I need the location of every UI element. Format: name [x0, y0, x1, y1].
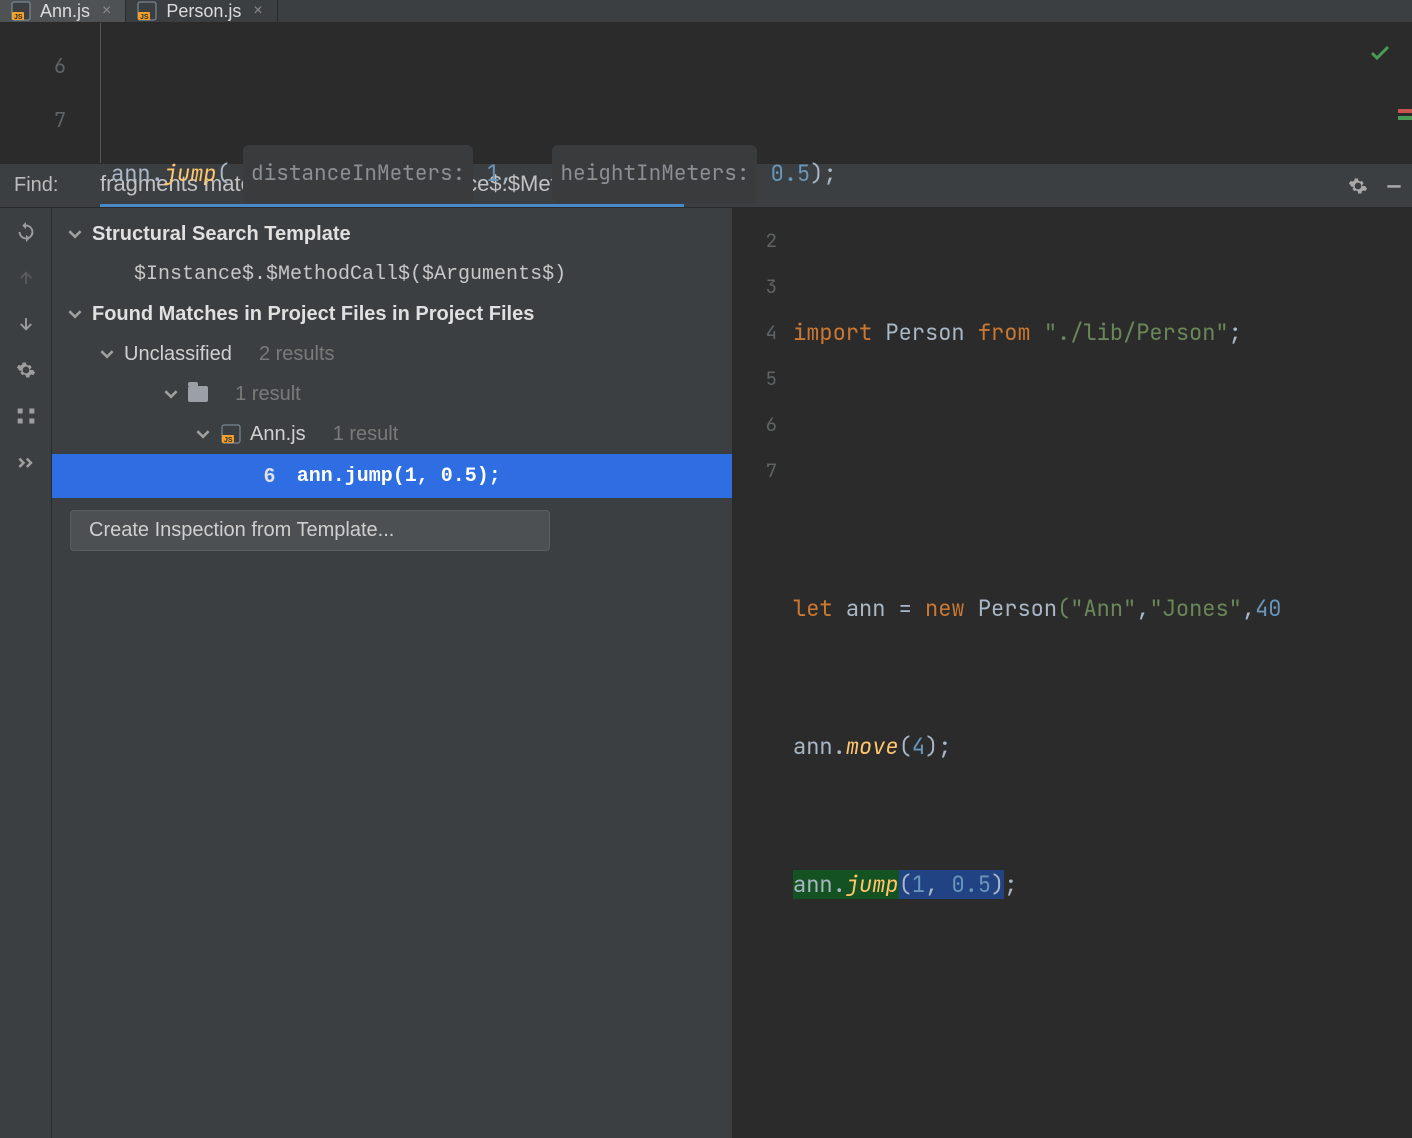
arrow-down-icon[interactable] — [10, 310, 42, 338]
number-literal: 1 — [486, 147, 499, 201]
line-gutter: 6 7 — [0, 23, 100, 163]
rerun-icon[interactable] — [10, 218, 42, 246]
paren: ( — [217, 147, 230, 201]
folder-icon — [188, 386, 208, 402]
keyword: new — [925, 594, 965, 623]
keyword: let — [793, 594, 833, 623]
error-stripe — [1398, 109, 1412, 123]
layout-icon[interactable] — [10, 402, 42, 430]
identifier: ann — [793, 870, 833, 899]
close-icon[interactable]: × — [249, 2, 262, 20]
chevron-down-icon[interactable] — [68, 307, 84, 321]
dot: . — [151, 147, 164, 201]
number-literal: 0.5 — [771, 147, 811, 201]
js-file-icon: JS — [10, 0, 32, 22]
method-call: move — [846, 732, 899, 761]
find-label: Find: — [14, 174, 100, 197]
svg-text:JS: JS — [140, 14, 149, 21]
arrow-up-icon[interactable] — [10, 264, 42, 292]
code-area[interactable]: ann.jump( distanceInMeters: 1, heightInM… — [100, 23, 1412, 163]
identifier: Person — [978, 594, 1057, 623]
args: ("Ann","Jones",40 — [1057, 594, 1281, 623]
tab-label: Person.js — [166, 1, 241, 22]
line-number: 6 — [0, 39, 100, 93]
svg-text:JS: JS — [14, 14, 23, 21]
comma: , — [500, 147, 513, 201]
find-toolbar — [0, 208, 52, 1138]
tab-ann-js[interactable]: JS Ann.js × — [0, 0, 126, 22]
method-call: jump — [846, 870, 899, 899]
editor-tabs: JS Ann.js × JS Person.js × — [0, 0, 1412, 23]
chevron-down-icon[interactable] — [68, 227, 84, 241]
method-call: jump — [164, 147, 217, 201]
more-icon[interactable] — [10, 448, 42, 476]
inspection-ok-icon[interactable] — [1368, 41, 1392, 73]
editor-pane[interactable]: 6 7 ann.jump( distanceInMeters: 1, heigh… — [0, 23, 1412, 163]
tab-label: Ann.js — [40, 1, 90, 22]
create-inspection-button[interactable]: Create Inspection from Template... — [70, 510, 550, 551]
line-number: 7 — [0, 93, 100, 147]
tab-person-js[interactable]: JS Person.js × — [126, 0, 277, 22]
identifier: ann — [111, 147, 151, 201]
parameter-hint: heightInMeters: — [552, 145, 757, 203]
parameter-hint: distanceInMeters: — [243, 145, 473, 203]
identifier: ann — [846, 594, 886, 623]
paren: ); — [810, 147, 836, 201]
identifier: ann — [793, 732, 833, 761]
gear-icon[interactable] — [10, 356, 42, 384]
close-icon[interactable]: × — [98, 2, 111, 20]
js-file-icon: JS — [136, 0, 158, 22]
